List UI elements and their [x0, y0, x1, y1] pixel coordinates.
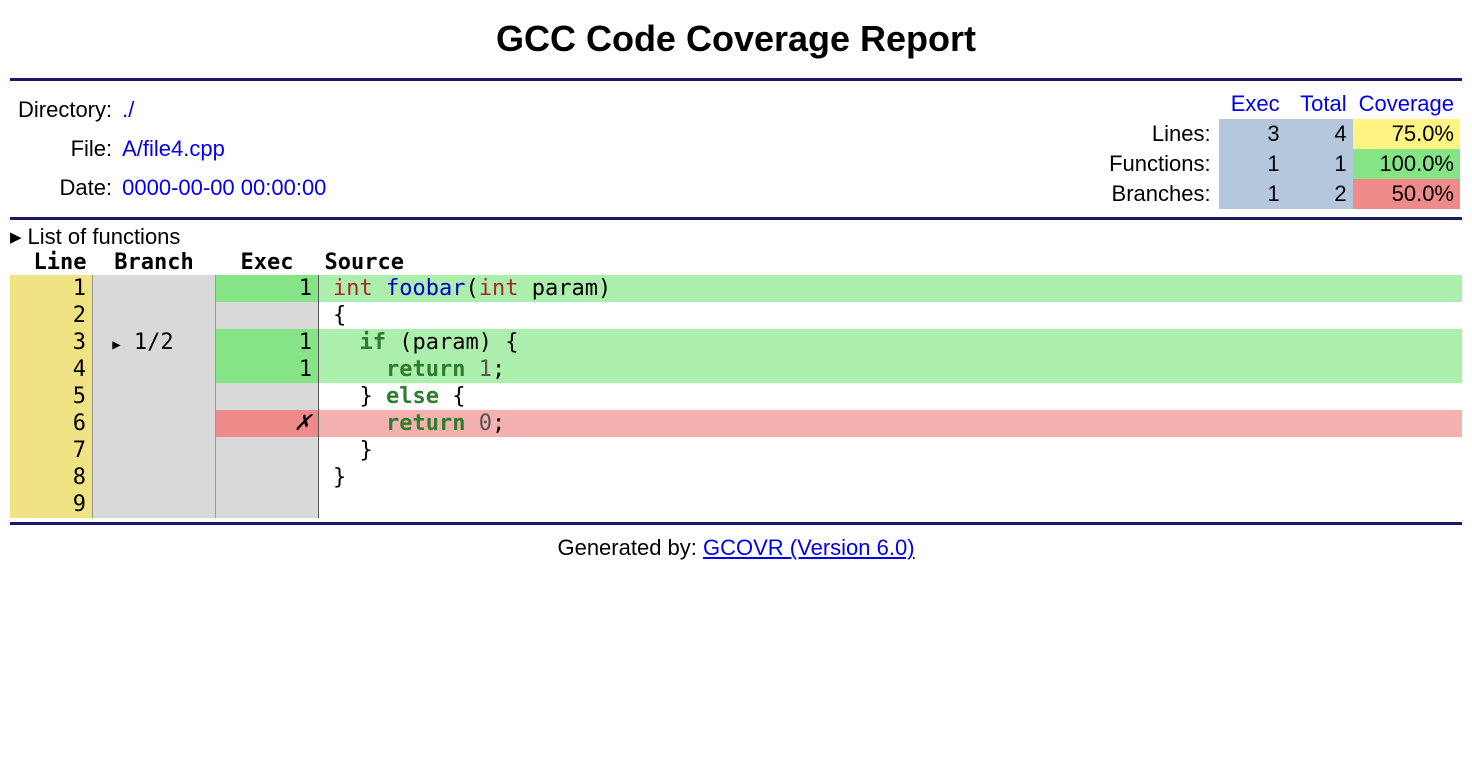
branch-cell [93, 410, 216, 437]
exec-count [216, 437, 319, 464]
row-functions-exec: 1 [1219, 149, 1286, 179]
source-row: 6 ✗ return 0; [10, 410, 1462, 437]
directory-label: Directory: [14, 91, 116, 128]
branch-cell [93, 464, 216, 491]
line-number: 2 [10, 302, 93, 329]
source-code: int foobar(int param) [319, 275, 1463, 302]
exec-count: 1 [216, 275, 319, 302]
exec-count: 1 [216, 329, 319, 356]
branch-cell [93, 491, 216, 518]
functions-toggle[interactable]: ▶ List of functions [10, 224, 1462, 250]
source-row: 3 ▶ 1/21 if (param) { [10, 329, 1462, 356]
source-row: 7 } [10, 437, 1462, 464]
divider [10, 522, 1462, 525]
col-source: Source [319, 250, 1463, 275]
functions-toggle-label: List of functions [28, 224, 181, 250]
exec-count [216, 464, 319, 491]
header-total: Total [1286, 89, 1353, 119]
source-code: } [319, 437, 1463, 464]
header-exec: Exec [1219, 89, 1286, 119]
exec-count [216, 383, 319, 410]
row-lines-label: Lines: [1103, 119, 1219, 149]
header-coverage: Coverage [1353, 89, 1460, 119]
source-table: Line Branch Exec Source 11int foobar(int… [10, 250, 1462, 518]
source-row: 4 1 return 1; [10, 356, 1462, 383]
branch-cell [93, 275, 216, 302]
row-lines-total: 4 [1286, 119, 1353, 149]
file-label: File: [14, 130, 116, 167]
source-row: 11int foobar(int param) [10, 275, 1462, 302]
exec-count [216, 491, 319, 518]
branch-cell [93, 437, 216, 464]
source-code: return 1; [319, 356, 1463, 383]
line-number: 5 [10, 383, 93, 410]
source-code: return 0; [319, 410, 1463, 437]
divider [10, 217, 1462, 220]
row-branches-total: 2 [1286, 179, 1353, 209]
row-branches-exec: 1 [1219, 179, 1286, 209]
row-lines-coverage: 75.0% [1353, 119, 1460, 149]
row-lines-exec: 3 [1219, 119, 1286, 149]
row-branches: Branches: 1 2 50.0% [1103, 179, 1460, 209]
divider [10, 78, 1462, 81]
row-lines: Lines: 3 4 75.0% [1103, 119, 1460, 149]
branch-cell [93, 302, 216, 329]
source-code: } [319, 464, 1463, 491]
row-functions-coverage: 100.0% [1353, 149, 1460, 179]
directory-value: ./ [118, 91, 330, 128]
footer-link[interactable]: GCOVR (Version 6.0) [703, 535, 915, 560]
row-functions-label: Functions: [1103, 149, 1219, 179]
source-row: 8} [10, 464, 1462, 491]
coverage-summary-table: Exec Total Coverage Lines: 3 4 75.0% Fun… [1103, 89, 1460, 209]
source-code: { [319, 302, 1463, 329]
row-branches-coverage: 50.0% [1353, 179, 1460, 209]
row-functions: Functions: 1 1 100.0% [1103, 149, 1460, 179]
source-row: 2{ [10, 302, 1462, 329]
branch-cell [93, 383, 216, 410]
date-value: 0000-00-00 00:00:00 [118, 170, 330, 207]
exec-count: 1 [216, 356, 319, 383]
file-value: A/file4.cpp [118, 130, 330, 167]
branch-cell[interactable]: ▶ 1/2 [93, 329, 216, 356]
triangle-right-icon: ▶ [10, 228, 22, 246]
col-exec: Exec [216, 250, 319, 275]
line-number: 8 [10, 464, 93, 491]
exec-count [216, 302, 319, 329]
source-code: } else { [319, 383, 1463, 410]
line-number: 7 [10, 437, 93, 464]
line-number: 1 [10, 275, 93, 302]
date-label: Date: [14, 170, 116, 207]
row-branches-label: Branches: [1103, 179, 1219, 209]
line-number: 6 [10, 410, 93, 437]
source-row: 9 [10, 491, 1462, 518]
footer: Generated by: GCOVR (Version 6.0) [10, 535, 1462, 561]
col-line: Line [10, 250, 93, 275]
col-branch: Branch [93, 250, 216, 275]
line-number: 9 [10, 491, 93, 518]
footer-prefix: Generated by: [557, 535, 703, 560]
exec-count: ✗ [216, 410, 319, 437]
source-code [319, 491, 1463, 518]
row-functions-total: 1 [1286, 149, 1353, 179]
source-row: 5 } else { [10, 383, 1462, 410]
summary-section: Directory: ./ File: A/file4.cpp Date: 00… [10, 85, 1462, 213]
branch-cell [93, 356, 216, 383]
line-number: 4 [10, 356, 93, 383]
page-title: GCC Code Coverage Report [10, 18, 1462, 60]
line-number: 3 [10, 329, 93, 356]
source-code: if (param) { [319, 329, 1463, 356]
file-meta-table: Directory: ./ File: A/file4.cpp Date: 00… [12, 89, 332, 209]
